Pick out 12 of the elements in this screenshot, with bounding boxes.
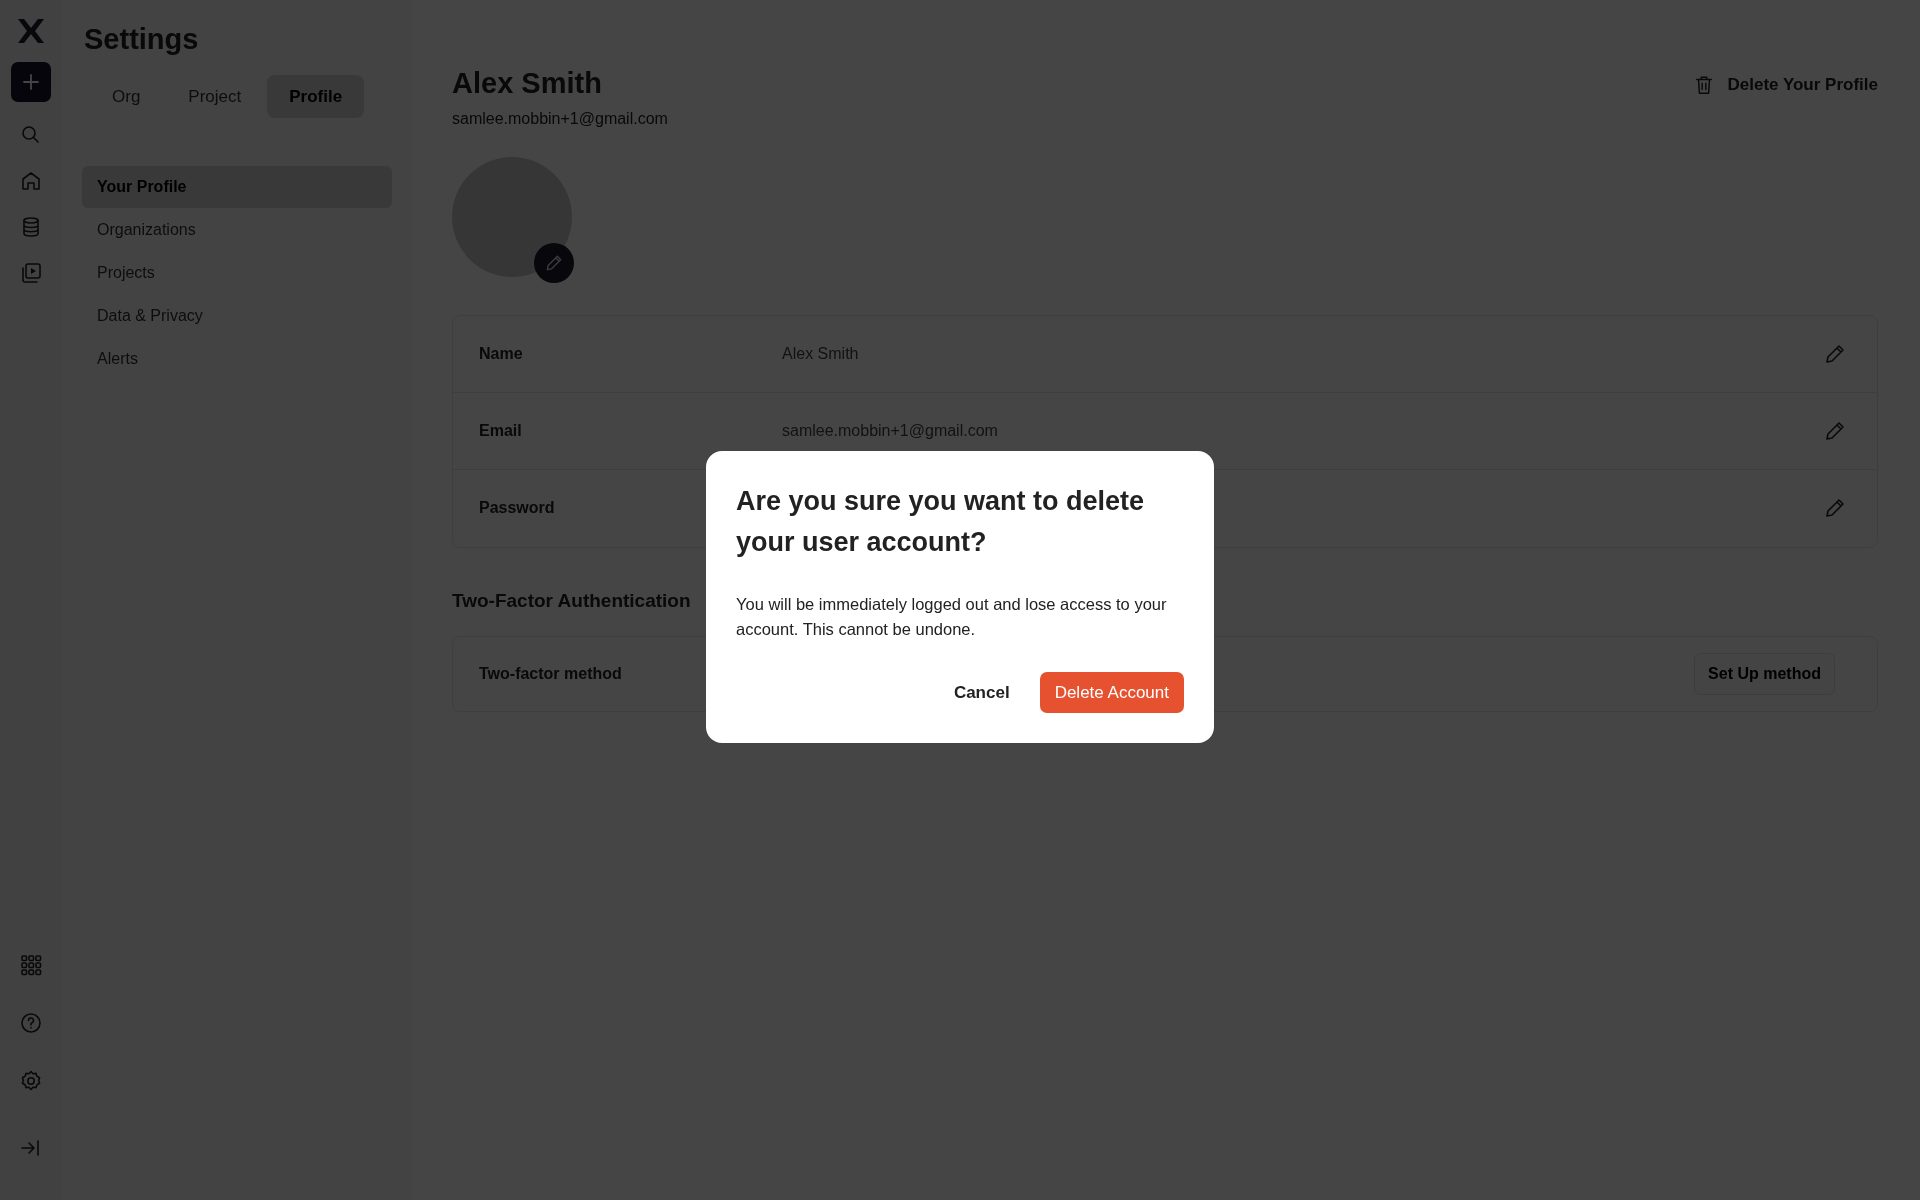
profile-name: Alex Smith — [452, 66, 603, 101]
field-label: Two-factor method — [479, 663, 622, 684]
delete-account-button[interactable]: Delete Account — [1039, 671, 1184, 713]
dialog-title: Are you sure you want to delete your user account? — [736, 485, 1146, 559]
dialog-message: You will be immediately logged out and lose access to your account. This cannot be undone. — [736, 594, 1168, 640]
field-label: Email — [479, 421, 522, 439]
field-label: Password — [479, 499, 555, 517]
section-heading: Two-Factor Authentication — [452, 589, 691, 613]
profile-email: samlee.mobbin+1@gmail.com — [452, 108, 668, 129]
cancel-button[interactable]: Cancel — [945, 673, 1018, 711]
page-title: Settings — [84, 22, 200, 57]
field-label: Name — [479, 344, 523, 362]
